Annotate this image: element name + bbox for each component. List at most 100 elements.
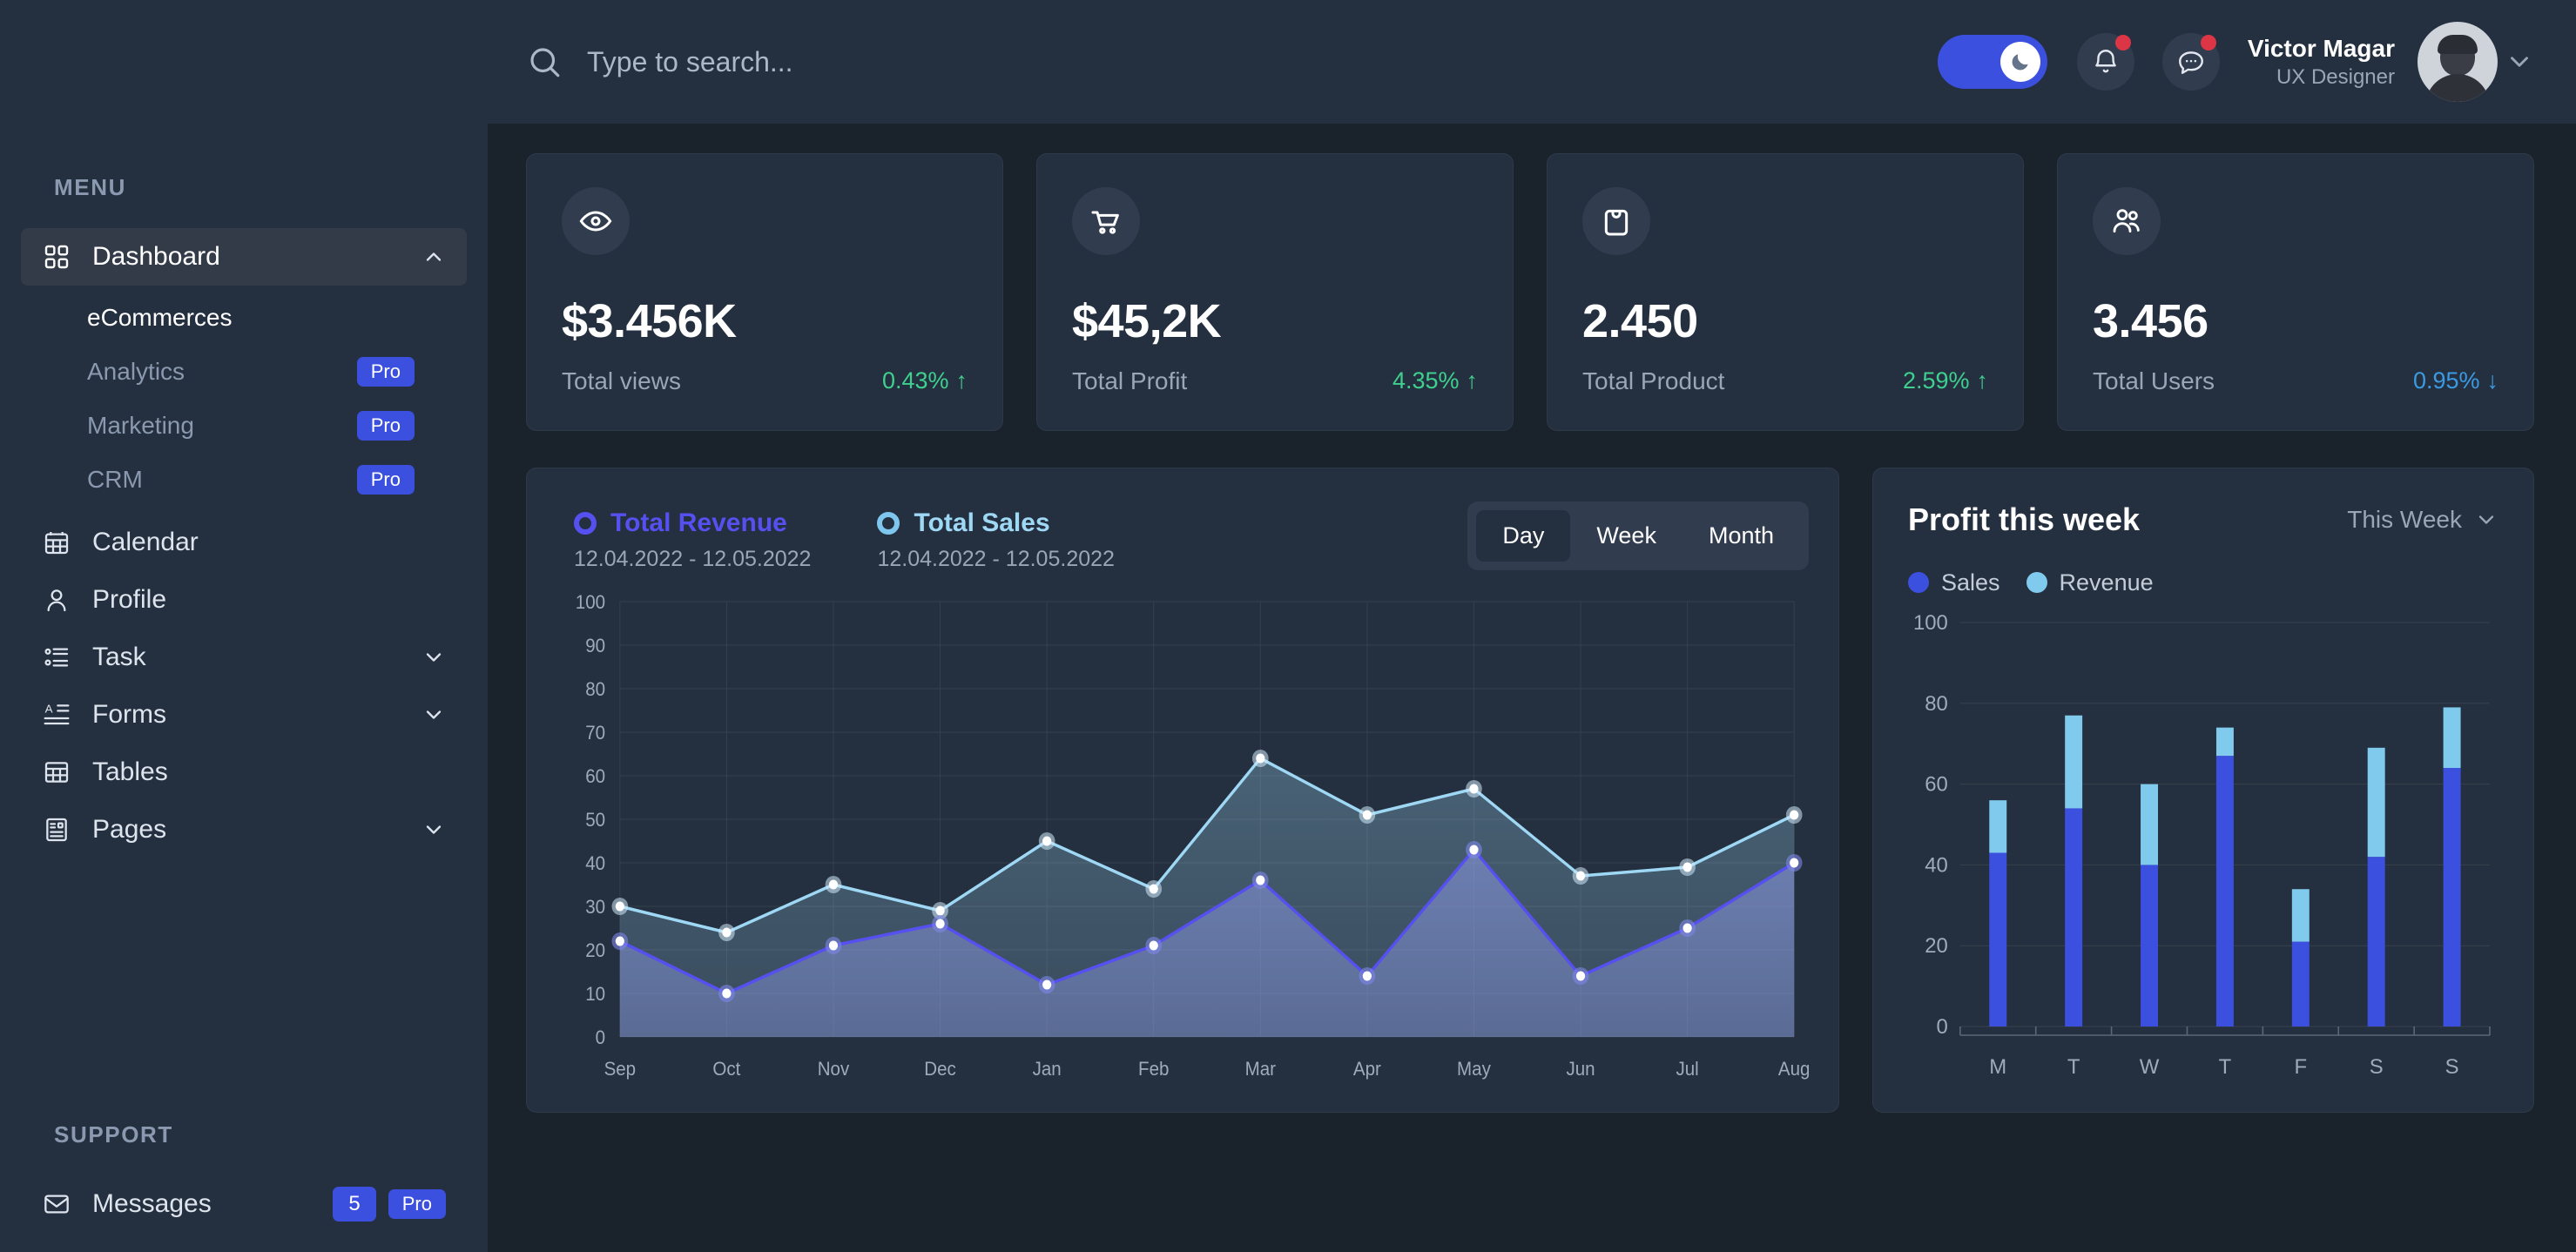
user-name: Victor Magar <box>2247 34 2395 62</box>
svg-text:50: 50 <box>585 809 605 831</box>
profit-bar-chart-svg: 0 20 40 60 80 100 M T W T F S S <box>1913 611 2491 1079</box>
stat-delta-value: 2.59% <box>1902 367 1970 394</box>
profit-chart-header: Profit this week This Week <box>1908 501 2498 538</box>
svg-text:S: S <box>2370 1055 2384 1079</box>
chevron-down-icon[interactable] <box>421 818 446 842</box>
message-dot <box>2200 35 2216 50</box>
profit-range-select[interactable]: This Week <box>2347 506 2498 534</box>
cart-icon <box>1072 187 1140 255</box>
search-input[interactable] <box>587 45 1197 78</box>
svg-text:Aug: Aug <box>1778 1058 1809 1080</box>
revenue-chart-panel: Total Revenue 12.04.2022 - 12.05.2022 To… <box>526 467 1839 1113</box>
svg-text:Dec: Dec <box>924 1058 956 1080</box>
search-box[interactable] <box>526 44 1938 80</box>
sidebar-item-label: Forms <box>92 700 166 729</box>
sidebar-nav: Dashboard eCommerces Analytics Pro Marke… <box>21 228 467 858</box>
submenu-item-label: Analytics <box>87 358 185 385</box>
search-icon <box>526 44 563 80</box>
legend-total-revenue[interactable]: Total Revenue 12.04.2022 - 12.05.2022 <box>574 508 811 572</box>
sidebar-item-forms[interactable]: A Forms <box>21 686 467 744</box>
user-meta: Victor Magar UX Designer <box>2248 33 2395 91</box>
svg-text:90: 90 <box>585 635 605 656</box>
users-icon <box>2093 187 2161 255</box>
legend-date-range: 12.04.2022 - 12.05.2022 <box>574 546 812 571</box>
stat-delta: 2.59% ↑ <box>1903 367 1988 394</box>
revenue-chart-header: Total Revenue 12.04.2022 - 12.05.2022 To… <box>556 501 1809 572</box>
segment-week[interactable]: Week <box>1570 510 1682 562</box>
avatar-hair <box>2438 34 2478 54</box>
dark-mode-toggle[interactable] <box>1937 35 2047 89</box>
svg-text:40: 40 <box>1925 853 1948 877</box>
svg-text:T: T <box>2067 1055 2080 1079</box>
stat-delta: 4.35% ↑ <box>1393 367 1478 394</box>
revenue-area-chart-svg: 0 10 20 30 40 50 60 70 80 90 100 Sep Oct Nov Dec Jan Feb… <box>576 591 1809 1080</box>
sidebar-support-heading: SUPPORT <box>54 1121 173 1148</box>
stat-footer: Total views 0.43% ↑ <box>562 367 968 395</box>
submenu-item-marketing[interactable]: Marketing Pro <box>87 399 467 453</box>
chevron-up-icon[interactable] <box>421 245 446 269</box>
svg-text:T: T <box>2219 1055 2232 1079</box>
legend-date-range: 12.04.2022 - 12.05.2022 <box>877 546 1115 571</box>
segment-day[interactable]: Day <box>1476 509 1571 562</box>
segment-month[interactable]: Month <box>1682 510 1800 562</box>
svg-text:30: 30 <box>585 896 605 918</box>
stat-cards-row: $3.456K Total views 0.43% ↑ $45,2K Total… <box>526 153 2534 431</box>
legend-label: Total Revenue <box>610 508 787 537</box>
submenu-item-analytics[interactable]: Analytics Pro <box>87 345 467 399</box>
legend-total-sales[interactable]: Total Sales 12.04.2022 - 12.05.2022 <box>877 508 1115 572</box>
profit-chart-legend: Sales Revenue <box>1908 569 2498 596</box>
legend-top: Total Sales <box>877 508 1114 538</box>
dashboard-app: MENU Dashboard eCommerces Analytics Pro … <box>0 0 2576 1252</box>
submenu-item-ecommerces[interactable]: eCommerces <box>87 291 467 345</box>
submenu-item-crm[interactable]: CRM Pro <box>87 453 467 507</box>
legend-sales: Sales <box>1908 569 2000 596</box>
legend-label: Sales <box>1941 569 2000 596</box>
svg-text:80: 80 <box>1925 691 1948 715</box>
svg-text:Feb: Feb <box>1138 1058 1169 1080</box>
messages-button[interactable] <box>2161 33 2220 91</box>
sidebar-item-profile[interactable]: Profile <box>21 571 467 629</box>
arrow-up-icon: ↑ <box>955 367 968 394</box>
svg-text:60: 60 <box>585 765 605 787</box>
header-actions: Victor Magar UX Designer <box>1937 22 2534 102</box>
message-count-badge: 5 <box>333 1187 376 1222</box>
stat-label: Total Product <box>1582 367 1725 394</box>
profit-bar-chart: 0 20 40 60 80 100 M T W T F S S <box>1908 610 2498 1094</box>
chevron-down-icon[interactable] <box>421 703 446 727</box>
submenu-item-label: eCommerces <box>87 304 233 331</box>
sidebar-item-tables[interactable]: Tables <box>21 744 467 801</box>
stat-label: Total Users <box>2093 367 2215 394</box>
chevron-down-icon[interactable] <box>421 645 446 670</box>
legend-swatch <box>2026 572 2047 594</box>
avatar[interactable] <box>2418 22 2498 102</box>
sidebar-item-label: Tables <box>92 757 168 786</box>
main-area: Victor Magar UX Designer <box>488 0 2576 1252</box>
sidebar-item-pages[interactable]: Pages <box>21 801 467 858</box>
user-icon <box>42 585 71 615</box>
chevron-down-icon[interactable] <box>2505 47 2534 77</box>
svg-text:Mar: Mar <box>1245 1058 1276 1080</box>
svg-text:Apr: Apr <box>1353 1058 1381 1080</box>
stat-value: 3.456 <box>2093 295 2208 347</box>
svg-text:A: A <box>45 702 53 715</box>
sidebar-item-dashboard[interactable]: Dashboard <box>21 228 467 286</box>
legend-label: Revenue <box>2059 569 2154 596</box>
pro-badge: Pro <box>356 357 415 387</box>
pro-badge: Pro <box>388 1189 446 1219</box>
svg-text:Jul: Jul <box>1676 1058 1698 1080</box>
svg-text:10: 10 <box>585 983 605 1005</box>
svg-text:Nov: Nov <box>818 1058 850 1080</box>
table-icon <box>42 757 71 787</box>
bell-icon <box>2091 47 2121 77</box>
sidebar-item-calendar[interactable]: Calendar <box>21 514 467 571</box>
sidebar-item-messages[interactable]: Messages 5 Pro <box>21 1175 467 1233</box>
sidebar-item-label: Dashboard <box>92 242 220 271</box>
notifications-button[interactable] <box>2076 33 2134 91</box>
submenu-item-label: Marketing <box>87 412 194 439</box>
top-header: Victor Magar UX Designer <box>488 0 2576 124</box>
legend-label: Total Sales <box>914 508 1050 537</box>
svg-text:20: 20 <box>585 939 605 961</box>
svg-text:60: 60 <box>1925 772 1948 796</box>
arrow-up-icon: ↑ <box>1466 367 1479 394</box>
sidebar-item-task[interactable]: Task <box>21 629 467 686</box>
